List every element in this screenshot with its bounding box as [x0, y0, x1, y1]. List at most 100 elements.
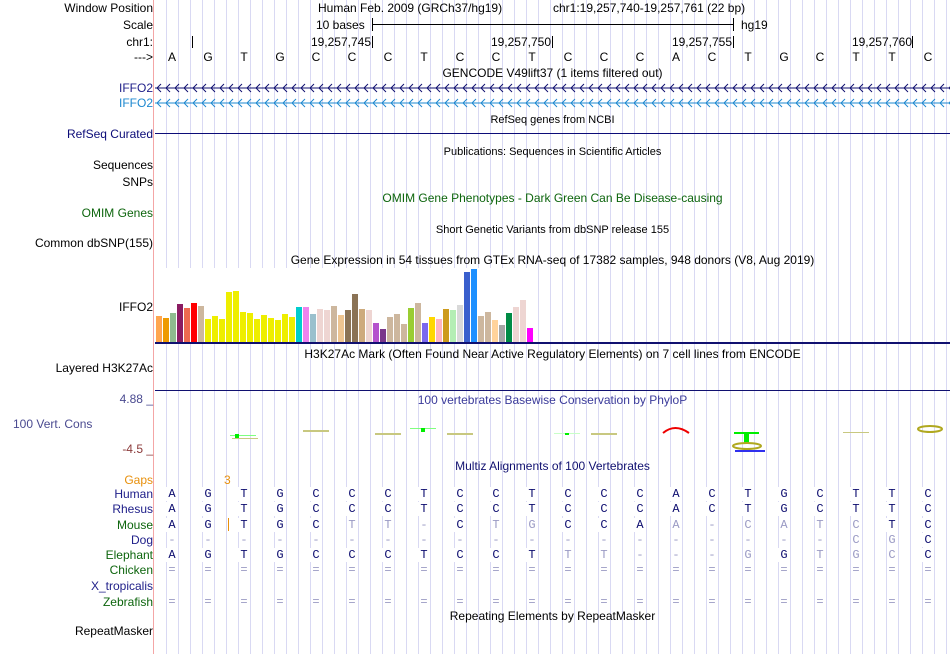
- gtex-track-title[interactable]: Gene Expression in 54 tissues from GTEx …: [155, 253, 950, 267]
- gtex-tissue-bar[interactable]: [324, 310, 330, 342]
- aligned-base-conserved: C: [562, 518, 574, 532]
- gtex-tissue-bar[interactable]: [184, 308, 190, 342]
- aligned-base-conserved: C: [310, 548, 322, 562]
- species-label[interactable]: X_tropicalis: [91, 579, 153, 593]
- multiz-track-title[interactable]: Multiz Alignments of 100 Vertebrates: [155, 459, 950, 473]
- gtex-tissue-bar[interactable]: [338, 315, 344, 342]
- gtex-tissue-bar[interactable]: [387, 317, 393, 342]
- gtex-tissue-bar[interactable]: [170, 313, 176, 342]
- aligned-base-conserved: T: [238, 548, 250, 562]
- gtex-tissue-bar[interactable]: [464, 272, 470, 342]
- gtex-tissue-bar[interactable]: [527, 328, 533, 342]
- h3k27ac-label[interactable]: Layered H3K27Ac: [56, 361, 153, 375]
- dbsnp-label[interactable]: Common dbSNP(155): [35, 236, 153, 250]
- gtex-tissue-bar[interactable]: [226, 292, 232, 342]
- gtex-tissue-bar[interactable]: [408, 308, 414, 342]
- gtex-tissue-bar[interactable]: [275, 320, 281, 342]
- gtex-tissue-bar[interactable]: [212, 316, 218, 342]
- dbsnp-track-title[interactable]: Short Genetic Variants from dbSNP releas…: [155, 223, 950, 237]
- species-label[interactable]: Elephant: [106, 548, 153, 562]
- gtex-tissue-bar[interactable]: [478, 316, 484, 342]
- repeatmasker-label[interactable]: RepeatMasker: [75, 624, 153, 638]
- gtex-tissue-bar[interactable]: [317, 309, 323, 342]
- gtex-tissue-bar[interactable]: [310, 314, 316, 342]
- publications-track-title[interactable]: Publications: Sequences in Scientific Ar…: [155, 145, 950, 159]
- aligned-base-conserved: G: [778, 487, 790, 501]
- h3k27ac-track-title[interactable]: H3K27Ac Mark (Often Found Near Active Re…: [155, 347, 950, 361]
- gtex-tissue-bar[interactable]: [240, 312, 246, 342]
- aligned-base-conserved: C: [310, 502, 322, 516]
- gtex-label[interactable]: IFFO2: [119, 300, 153, 314]
- gtex-tissue-bar[interactable]: [219, 319, 225, 342]
- gtex-tissue-bar[interactable]: [380, 329, 386, 342]
- gtex-tissue-bar[interactable]: [289, 317, 295, 342]
- gtex-tissue-bar[interactable]: [513, 307, 519, 342]
- gtex-tissue-bar[interactable]: [352, 294, 358, 342]
- refseq-label[interactable]: RefSeq Curated: [67, 127, 153, 141]
- species-label[interactable]: Rhesus: [112, 502, 153, 516]
- gtex-tissue-bar[interactable]: [303, 307, 309, 342]
- gtex-tissue-bar[interactable]: [233, 291, 239, 342]
- gtex-tissue-bar[interactable]: [268, 318, 274, 342]
- reference-base: T: [528, 50, 536, 64]
- refseq-track-title[interactable]: RefSeq genes from NCBI: [155, 113, 950, 127]
- gtex-tissue-bar[interactable]: [415, 303, 421, 342]
- cons-track-title[interactable]: 100 vertebrates Basewise Conservation by…: [155, 393, 950, 407]
- gtex-tissue-bar[interactable]: [422, 323, 428, 342]
- snps-label[interactable]: SNPs: [122, 175, 153, 189]
- gaps-label[interactable]: Gaps: [124, 473, 153, 487]
- gtex-tissue-bar[interactable]: [373, 323, 379, 342]
- gtex-tissue-bar[interactable]: [520, 300, 526, 342]
- omim-label[interactable]: OMIM Genes: [82, 206, 153, 220]
- gencode-item-label[interactable]: IFFO2: [119, 96, 153, 110]
- gtex-tissue-bar[interactable]: [331, 306, 337, 342]
- gtex-tissue-bar[interactable]: [296, 307, 302, 342]
- repeatmasker-track-title[interactable]: Repeating Elements by RepeatMasker: [155, 609, 950, 623]
- gtex-tissue-bar[interactable]: [485, 312, 491, 342]
- gtex-tissue-bar[interactable]: [443, 309, 449, 342]
- reference-base: T: [420, 50, 428, 64]
- gtex-tissue-bar[interactable]: [429, 317, 435, 342]
- gencode-track-title[interactable]: GENCODE V49lift37 (1 items filtered out): [155, 66, 950, 80]
- gtex-tissue-bar[interactable]: [359, 309, 365, 342]
- species-label[interactable]: Human: [114, 487, 153, 501]
- gtex-tissue-bar[interactable]: [471, 269, 477, 342]
- gencode-item-label[interactable]: IFFO2: [119, 81, 153, 95]
- sequences-label[interactable]: Sequences: [93, 158, 153, 172]
- cons-label[interactable]: 100 Vert. Cons: [13, 417, 92, 431]
- species-label[interactable]: Chicken: [110, 563, 153, 577]
- reference-base: T: [744, 50, 752, 64]
- species-label[interactable]: Zebrafish: [103, 595, 153, 609]
- gtex-tissue-bar[interactable]: [492, 320, 498, 342]
- gene-arrow-track[interactable]: [155, 83, 950, 93]
- reference-base: C: [707, 50, 717, 64]
- gtex-tissue-bar[interactable]: [499, 325, 505, 342]
- gtex-tissue-bar[interactable]: [345, 310, 351, 342]
- gtex-tissue-bar[interactable]: [254, 319, 260, 342]
- gtex-tissue-bar[interactable]: [205, 319, 211, 342]
- gtex-tissue-bar[interactable]: [163, 318, 169, 342]
- gtex-tissue-bar[interactable]: [506, 313, 512, 342]
- gtex-tissue-bar[interactable]: [191, 303, 197, 342]
- chr-label: chr1:: [126, 35, 153, 49]
- reference-base: C: [347, 50, 357, 64]
- gtex-tissue-bar[interactable]: [198, 306, 204, 342]
- omim-track-title[interactable]: OMIM Gene Phenotypes - Dark Green Can Be…: [155, 191, 950, 205]
- conservation-plot[interactable]: [155, 420, 950, 455]
- gtex-tissue-bar[interactable]: [177, 304, 183, 342]
- gtex-tissue-bar[interactable]: [436, 319, 442, 342]
- gtex-tissue-bar[interactable]: [282, 314, 288, 342]
- gtex-tissue-bar[interactable]: [247, 313, 253, 342]
- aligned-base-conserved: G: [202, 548, 214, 562]
- species-label[interactable]: Dog: [131, 533, 153, 547]
- gene-arrow-track[interactable]: [155, 98, 950, 108]
- gtex-tissue-bar[interactable]: [394, 314, 400, 342]
- gtex-tissue-bar[interactable]: [366, 310, 372, 342]
- species-label[interactable]: Mouse: [117, 518, 153, 532]
- gtex-tissue-bar[interactable]: [156, 316, 162, 342]
- genome-browser-image[interactable]: Window Position Human Feb. 2009 (GRCh37/…: [0, 0, 950, 654]
- gtex-tissue-bar[interactable]: [457, 305, 463, 342]
- gtex-tissue-bar[interactable]: [450, 310, 456, 342]
- gtex-tissue-bar[interactable]: [401, 324, 407, 342]
- gtex-tissue-bar[interactable]: [261, 315, 267, 342]
